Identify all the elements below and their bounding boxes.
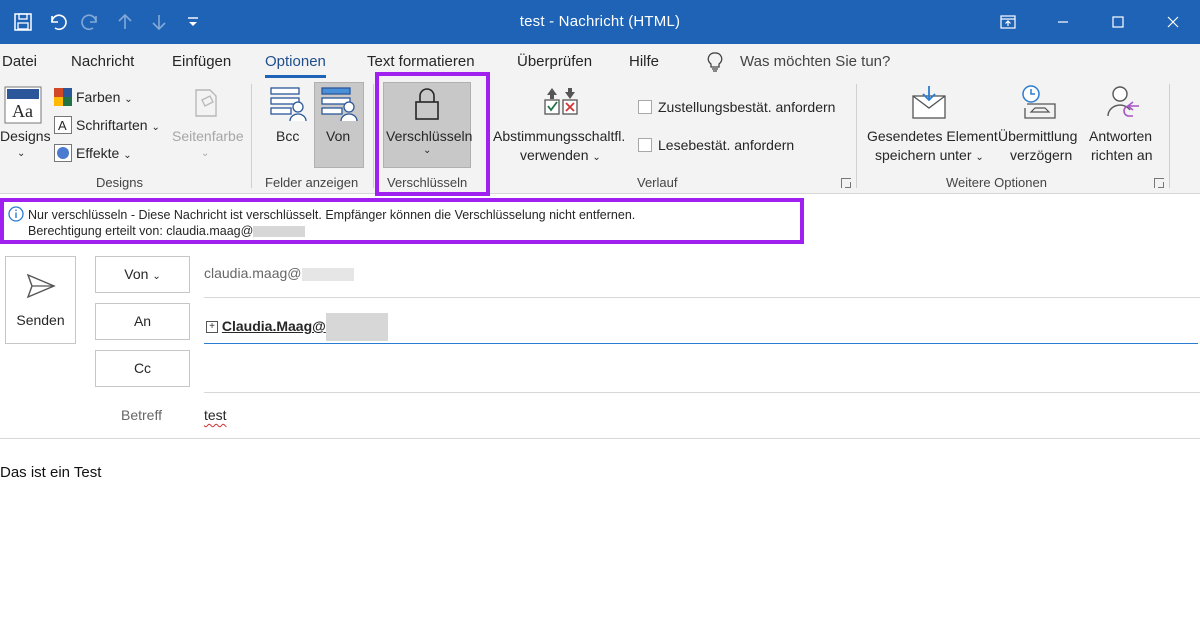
ribbon: Aa Designs ⌄ Farben ⌄ A Schriftarten ⌄ E… bbox=[0, 72, 1200, 196]
info-icon bbox=[8, 206, 24, 227]
effekte-label: Effekte ⌄ bbox=[76, 145, 132, 161]
chevron-down-icon: ⌄ bbox=[975, 152, 984, 163]
message-body[interactable]: Das ist ein Test bbox=[0, 464, 101, 481]
redacted-block bbox=[301, 267, 354, 281]
cc-divider bbox=[204, 392, 1200, 393]
tab-nachricht[interactable]: Nachricht bbox=[71, 53, 134, 70]
group-label-weitere: Weitere Optionen bbox=[946, 175, 1047, 190]
delay-delivery-label-1: Übermittlung bbox=[998, 128, 1078, 144]
to-field-focus-line[interactable] bbox=[204, 343, 1198, 344]
von-label: Von bbox=[326, 128, 351, 144]
tab-text-formatieren[interactable]: Text formatieren bbox=[367, 53, 475, 70]
redacted-block bbox=[253, 226, 306, 238]
page-color-icon bbox=[190, 86, 222, 127]
from-button[interactable]: Von ⌄ bbox=[95, 256, 190, 293]
send-label: Senden bbox=[16, 312, 65, 328]
ribbon-tabs: Datei Nachricht Einfügen Optionen Text f… bbox=[0, 44, 1200, 78]
close-icon[interactable] bbox=[1145, 0, 1200, 44]
to-button[interactable]: An bbox=[95, 303, 190, 340]
subject-input[interactable]: test bbox=[204, 407, 227, 423]
group-separator bbox=[373, 84, 374, 188]
farben-label: Farben ⌄ bbox=[76, 89, 133, 105]
delivery-receipt-box[interactable] bbox=[638, 100, 652, 114]
von-icon bbox=[321, 86, 359, 127]
cc-button-label: Cc bbox=[133, 360, 152, 376]
effects-icon bbox=[54, 144, 72, 167]
bcc-label: Bcc bbox=[276, 128, 300, 144]
send-button[interactable]: Senden bbox=[5, 256, 76, 344]
schriftarten-label: Schriftarten ⌄ bbox=[76, 117, 160, 133]
group-separator bbox=[1169, 84, 1170, 188]
save-sent-label-2: speichern unter ⌄ bbox=[875, 147, 984, 163]
to-recipient-address: Claudia.Maag@ bbox=[221, 318, 326, 334]
chevron-down-icon: ⌄ bbox=[152, 271, 161, 282]
encryption-info-bar: Nur verschlüsseln - Diese Nachricht ist … bbox=[0, 198, 804, 244]
designs-label: Designs bbox=[0, 128, 51, 144]
from-address: claudia.maag@ bbox=[204, 265, 302, 281]
chevron-down-icon: ⌄ bbox=[124, 94, 133, 105]
seitenfarbe-label: Seitenfarbe bbox=[172, 128, 244, 144]
lightbulb-icon[interactable] bbox=[707, 52, 723, 77]
chevron-down-icon: ⌄ bbox=[123, 150, 132, 161]
group-label-felder: Felder anzeigen bbox=[265, 175, 359, 190]
group-separator bbox=[251, 84, 252, 188]
from-button-label: Von bbox=[124, 266, 149, 282]
info-permission-text: Berechtigung erteilt von: claudia.maag@ bbox=[28, 224, 254, 238]
direct-replies-label-1: Antworten bbox=[1089, 128, 1153, 144]
voting-label-1: Abstimmungsschaltfl. bbox=[493, 128, 626, 144]
verlauf-dialog-launcher-icon[interactable] bbox=[841, 178, 851, 188]
voting-label-2: verwenden ⌄ bbox=[520, 147, 601, 163]
tab-ueberpruefen[interactable]: Überprüfen bbox=[517, 53, 592, 70]
from-divider bbox=[204, 297, 1200, 298]
direct-replies-icon bbox=[1105, 84, 1141, 125]
svg-text:A: A bbox=[58, 118, 67, 133]
delivery-receipt-label: Zustellungsbestät. anfordern bbox=[658, 99, 836, 115]
tab-einfuegen[interactable]: Einfügen bbox=[172, 53, 231, 70]
bcc-icon bbox=[270, 86, 308, 127]
cc-button[interactable]: Cc bbox=[95, 350, 190, 387]
tell-me-search[interactable]: Was möchten Sie tun? bbox=[740, 53, 890, 70]
maximize-icon[interactable] bbox=[1090, 0, 1145, 44]
to-button-label: An bbox=[133, 313, 152, 329]
save-sent-item-icon bbox=[911, 86, 947, 125]
colors-icon bbox=[54, 88, 72, 111]
from-value: claudia.maag@ bbox=[204, 265, 354, 281]
read-receipt-label: Lesebestät. anfordern bbox=[658, 137, 795, 153]
title-bar: test - Nachricht (HTML) bbox=[0, 0, 1200, 44]
svg-text:Aa: Aa bbox=[12, 101, 33, 121]
weitere-dialog-launcher-icon[interactable] bbox=[1154, 178, 1164, 188]
to-recipient[interactable]: + Claudia.Maag@ bbox=[206, 313, 388, 341]
tab-optionen-label: Optionen bbox=[265, 53, 326, 70]
von-button[interactable]: Von bbox=[314, 82, 364, 168]
encrypt-highlight-frame bbox=[375, 72, 490, 196]
voting-icon bbox=[543, 86, 579, 127]
window-controls bbox=[980, 0, 1200, 44]
minimize-icon[interactable] bbox=[1035, 0, 1090, 44]
group-label-designs: Designs bbox=[96, 175, 143, 190]
fonts-icon: A bbox=[54, 116, 72, 139]
designs-chevron-icon: ⌄ bbox=[17, 148, 26, 159]
expand-group-icon[interactable]: + bbox=[206, 321, 218, 334]
read-receipt-box[interactable] bbox=[638, 138, 652, 152]
seitenfarbe-chevron-icon: ⌄ bbox=[201, 148, 210, 159]
delay-delivery-label-2: verzögern bbox=[1010, 147, 1073, 163]
send-icon bbox=[26, 273, 56, 304]
delay-delivery-icon bbox=[1021, 84, 1059, 125]
group-separator bbox=[856, 84, 857, 188]
tab-datei[interactable]: Datei bbox=[2, 53, 37, 70]
chevron-down-icon: ⌄ bbox=[592, 152, 601, 163]
ribbon-display-icon[interactable] bbox=[980, 0, 1035, 44]
save-sent-label-1: Gesendetes Element bbox=[867, 128, 998, 144]
redacted-block bbox=[325, 313, 388, 341]
subject-divider bbox=[0, 438, 1200, 439]
tab-optionen[interactable]: Optionen bbox=[265, 53, 326, 78]
info-message: Nur verschlüsseln - Diese Nachricht ist … bbox=[28, 208, 636, 222]
designs-icon: Aa bbox=[3, 85, 43, 130]
direct-replies-label-2: richten an bbox=[1091, 147, 1153, 163]
tab-hilfe[interactable]: Hilfe bbox=[629, 53, 659, 70]
info-permission: Berechtigung erteilt von: claudia.maag@ bbox=[28, 224, 306, 238]
group-label-verlauf: Verlauf bbox=[637, 175, 678, 190]
subject-label: Betreff bbox=[121, 407, 162, 423]
chevron-down-icon: ⌄ bbox=[151, 122, 160, 133]
